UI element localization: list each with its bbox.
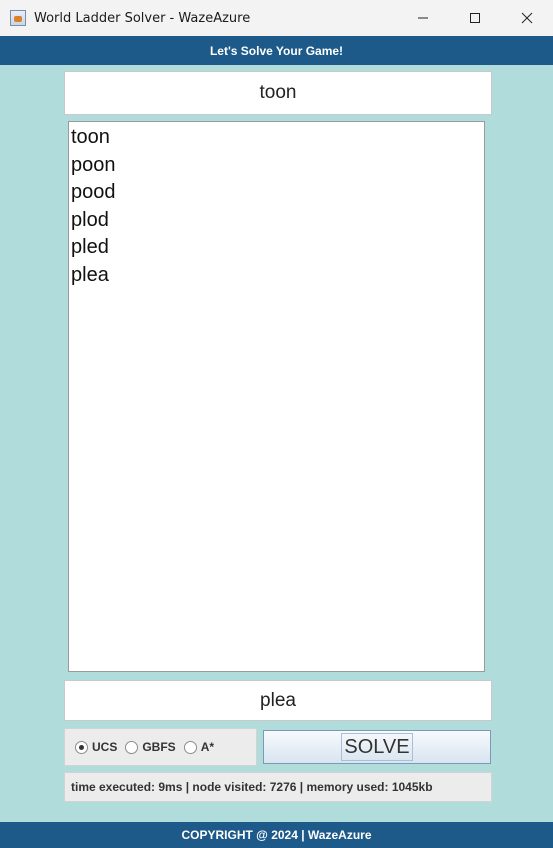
java-app-icon bbox=[10, 10, 26, 26]
result-item: plod bbox=[71, 208, 109, 231]
stats-bar: time executed: 9ms | node visited: 7276 … bbox=[64, 772, 492, 802]
start-word-input[interactable]: toon bbox=[64, 71, 492, 115]
solve-button[interactable]: SOLVE bbox=[263, 730, 491, 764]
header-banner: Let's Solve Your Game! bbox=[0, 36, 553, 65]
app-window: World Ladder Solver - WazeAzure Let's So… bbox=[0, 0, 553, 848]
footer-banner: COPYRIGHT @ 2024 | WazeAzure bbox=[0, 822, 553, 848]
result-item: poon bbox=[71, 153, 116, 176]
radio-label: GBFS bbox=[142, 740, 176, 754]
radio-label: UCS bbox=[92, 740, 118, 754]
solve-button-label: SOLVE bbox=[341, 733, 413, 761]
window-title: World Ladder Solver - WazeAzure bbox=[34, 10, 251, 26]
result-item: toon bbox=[71, 126, 110, 148]
result-list[interactable]: toon poon pood plod pled plea bbox=[68, 121, 485, 672]
radio-unchecked-icon[interactable] bbox=[183, 740, 197, 754]
result-item: plea bbox=[71, 263, 109, 286]
radio-astar[interactable]: A* bbox=[183, 740, 215, 754]
minimize-icon[interactable] bbox=[397, 0, 449, 36]
radio-unchecked-icon[interactable] bbox=[125, 740, 139, 754]
result-item: pood bbox=[71, 181, 116, 203]
title-bar[interactable]: World Ladder Solver - WazeAzure bbox=[0, 0, 553, 36]
radio-ucs[interactable]: UCS bbox=[75, 740, 117, 754]
window-controls bbox=[397, 0, 553, 36]
end-word-input[interactable]: plea bbox=[64, 680, 492, 721]
radio-checked-icon[interactable] bbox=[75, 740, 88, 754]
close-icon[interactable] bbox=[501, 0, 553, 36]
radio-label: A* bbox=[200, 740, 215, 754]
maximize-icon[interactable] bbox=[449, 0, 501, 36]
result-item: pled bbox=[71, 236, 109, 258]
algorithm-selector: UCS GBFS A* bbox=[64, 728, 257, 766]
radio-gbfs[interactable]: GBFS bbox=[125, 740, 176, 754]
